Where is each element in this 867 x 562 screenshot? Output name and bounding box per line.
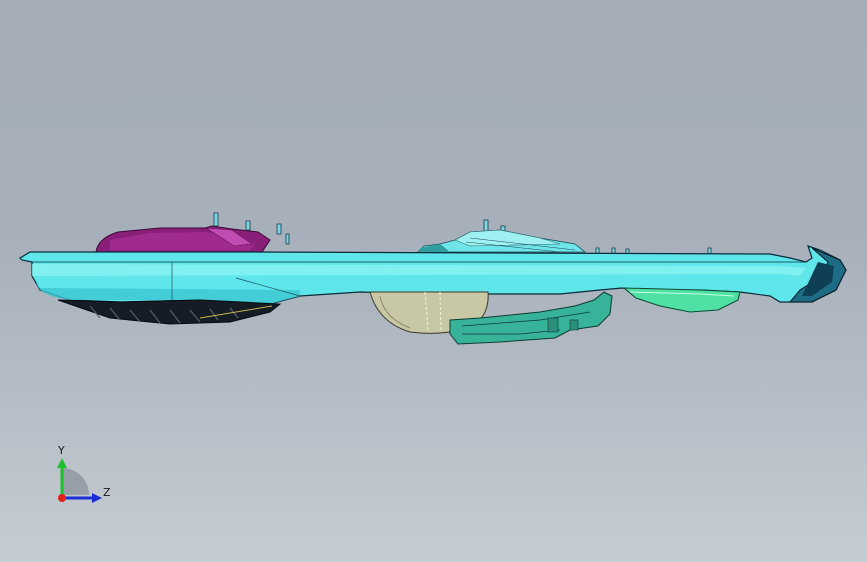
central-top-assembly[interactable] <box>417 229 587 254</box>
underside-grille[interactable] <box>57 299 282 325</box>
x-axis-dot <box>58 494 66 502</box>
top-cover-part[interactable] <box>95 225 271 253</box>
cad-model-side-view[interactable] <box>0 0 867 562</box>
3d-viewport[interactable]: Y Z <box>0 0 867 562</box>
z-axis-label: Z <box>103 486 111 499</box>
y-axis-label: Y <box>58 444 65 457</box>
green-fender[interactable] <box>622 287 741 313</box>
